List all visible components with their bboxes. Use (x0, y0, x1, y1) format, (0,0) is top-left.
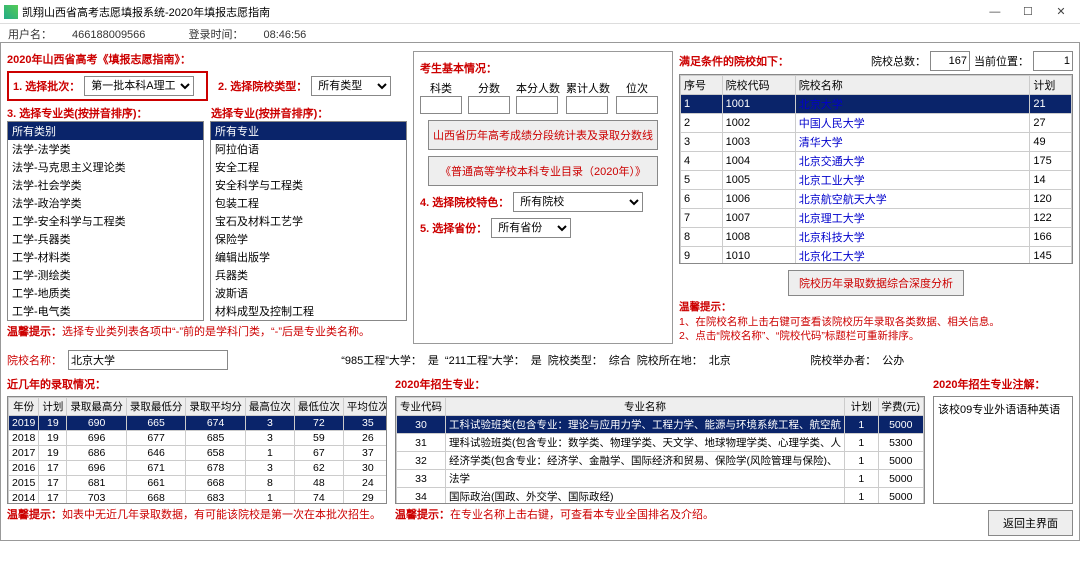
guide-title: 2020年山西省高考《填报志愿指南》： (7, 51, 407, 67)
current-pos-field (1033, 51, 1073, 71)
major-category-list[interactable]: 所有类别法学-法学类法学-马克思主义理论类法学-社会学类法学-政治学类工学-安全… (7, 121, 204, 321)
close-button[interactable]: ✕ (1046, 5, 1076, 18)
student-info-header: 考生基本情况： (420, 60, 666, 76)
school-feature-select[interactable]: 所有院校 (513, 192, 643, 212)
notes-box: 该校09专业外语语种英语 (933, 396, 1073, 504)
deep-analysis-button[interactable]: 院校历年录取数据综合深度分析 (788, 270, 964, 296)
batch-select-box: 1. 选择批次： 第一批本科A理工 (7, 71, 208, 101)
enroll-table[interactable]: 专业代码专业名称计划学费(元)30工科试验班类(包含专业：理论与应用力学、工程力… (396, 397, 924, 504)
province-select[interactable]: 所有省份 (491, 218, 571, 238)
back-button[interactable]: 返回主界面 (988, 510, 1073, 536)
batch-select[interactable]: 第一批本科A理工 (84, 76, 194, 96)
userbar: 用户名：466188009566 登录时间：08:46:56 (0, 24, 1080, 42)
titlebar: 凯翔山西省高考志愿填报系统-2020年填报志愿指南 — ☐ ✕ (0, 0, 1080, 24)
school-type-select[interactable]: 所有类型 (311, 76, 391, 96)
major-list[interactable]: 所有专业阿拉伯语安全工程安全科学与工程类包装工程宝石及材料工艺学保险学编辑出版学… (210, 121, 407, 321)
minimize-button[interactable]: — (980, 6, 1010, 18)
school-table[interactable]: 序号院校代码院校名称计划11001北京大学2121002中国人民大学273100… (680, 75, 1072, 264)
score-table-button[interactable]: 山西省历年高考成绩分段统计表及录取分数线 (428, 120, 658, 150)
window-title: 凯翔山西省高考志愿填报系统-2020年填报志愿指南 (22, 4, 980, 20)
app-logo-icon (4, 5, 18, 19)
school-total-field (930, 51, 970, 71)
major-catalog-button[interactable]: 《普通高等学校本科专业目录（2020年）》 (428, 156, 658, 186)
history-table[interactable]: 年份计划录取最高分录取最低分录取平均分最高位次最低位次平均位次201919690… (8, 397, 387, 504)
school-name-field[interactable] (68, 350, 228, 370)
maximize-button[interactable]: ☐ (1013, 5, 1043, 18)
